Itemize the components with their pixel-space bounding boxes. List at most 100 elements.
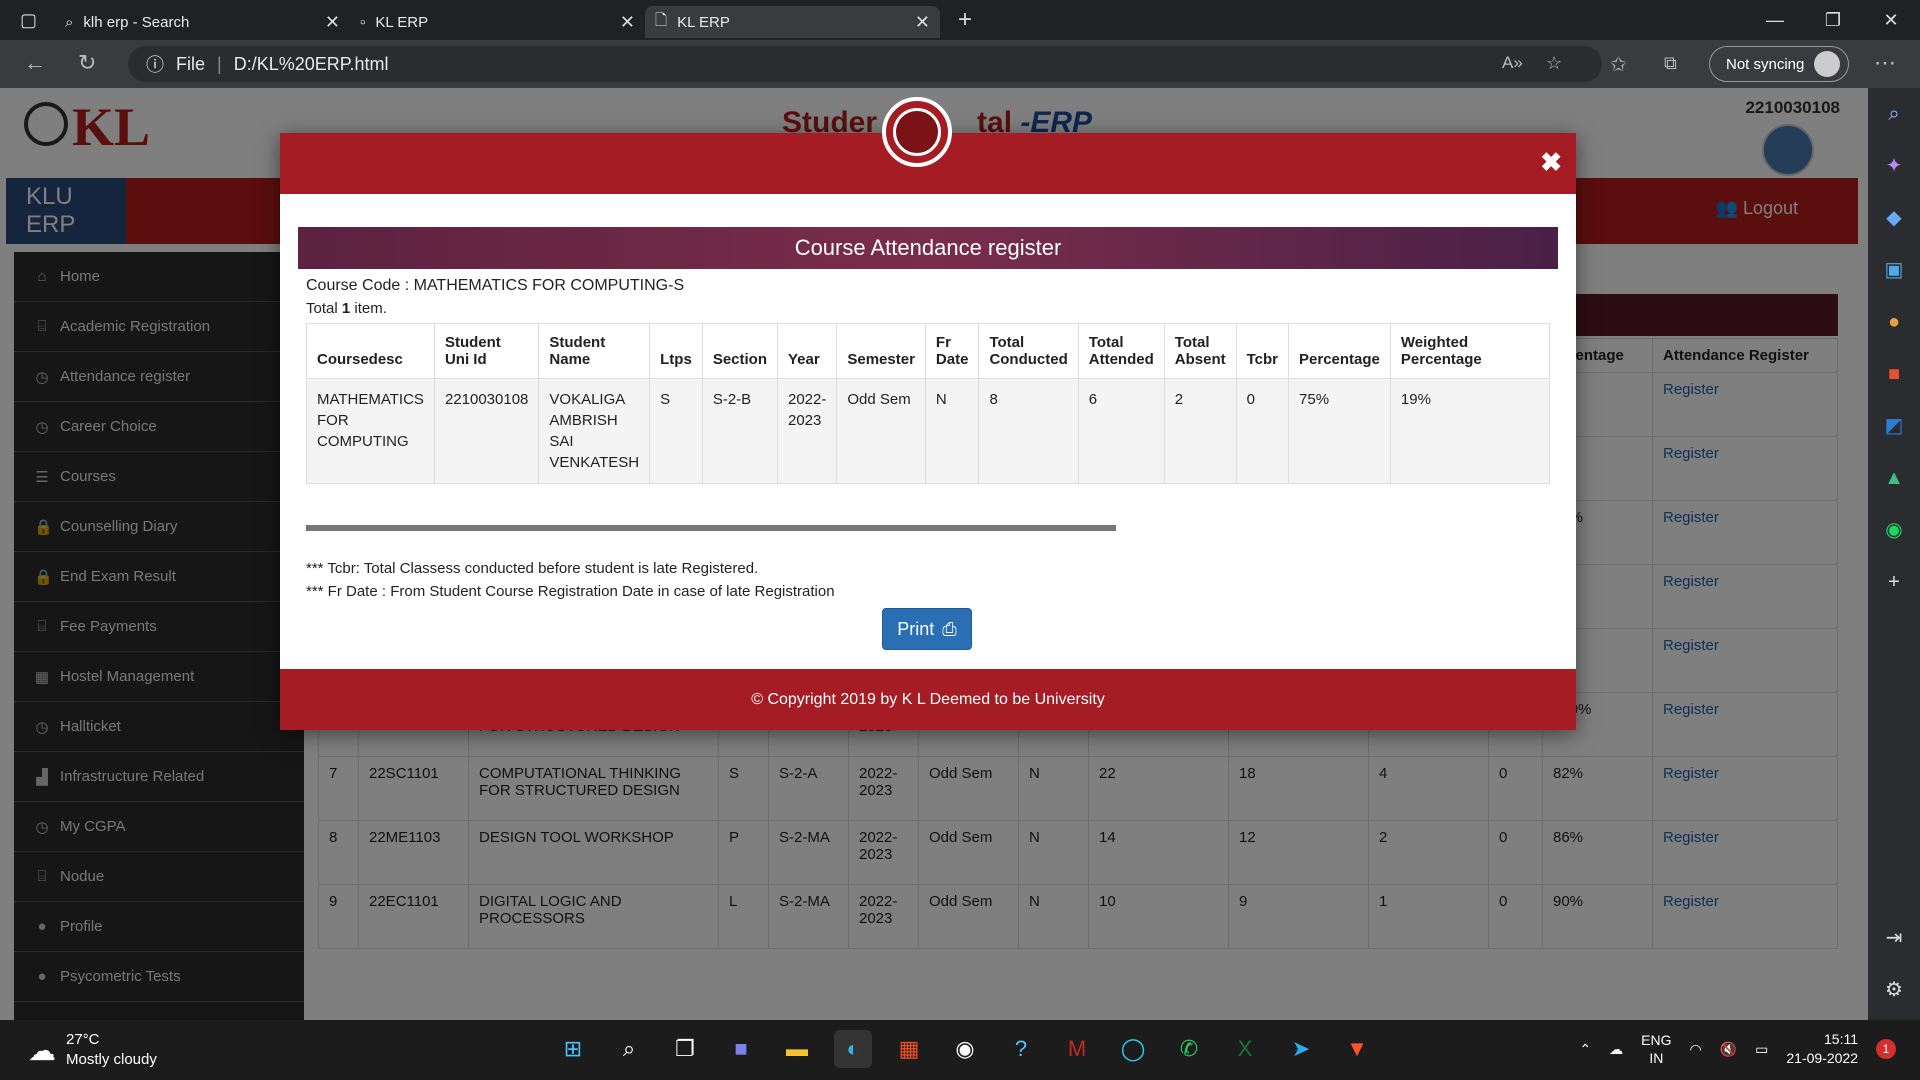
- column-header: Coursedesc: [306, 323, 435, 379]
- tab-kl-erp-2[interactable]: 🗋 KL ERP ✕: [645, 6, 941, 38]
- battery-icon[interactable]: ▭: [1755, 1041, 1768, 1058]
- seal-inner: [893, 108, 941, 156]
- new-tab-icon[interactable]: +: [958, 6, 972, 34]
- table-cell: 8: [978, 378, 1079, 484]
- column-header: Semester: [836, 323, 926, 379]
- close-icon[interactable]: ✖: [1540, 147, 1562, 178]
- language-indicator[interactable]: ENG IN: [1641, 1031, 1671, 1067]
- table-cell: Odd Sem: [836, 378, 926, 484]
- start-icon[interactable]: ⊞: [554, 1030, 592, 1068]
- whatsapp-icon[interactable]: ✆: [1170, 1030, 1208, 1068]
- github-icon[interactable]: ◉: [946, 1030, 984, 1068]
- discover-icon[interactable]: ✦: [1868, 140, 1920, 192]
- settings-icon[interactable]: ⚙: [1868, 964, 1920, 1016]
- column-header: Percentage: [1288, 323, 1391, 379]
- tab-label: KL ERP: [677, 13, 730, 31]
- tab-search[interactable]: ⌕ klh erp - Search ✕: [55, 6, 350, 38]
- file-explorer-icon[interactable]: ▬: [778, 1030, 816, 1068]
- table-cell: S-2-B: [701, 378, 779, 484]
- store-icon[interactable]: ▦: [890, 1030, 928, 1068]
- tree-icon[interactable]: ▲: [1868, 452, 1920, 504]
- tab-actions-icon[interactable]: ▢: [20, 10, 37, 31]
- table-cell: 2210030108: [433, 378, 540, 484]
- attendance-modal: ✖ Course Attendance register Course Code…: [280, 97, 1576, 730]
- address-bar-row: ← ↻ ⓘ File | D:/KL%20ERP.html A» ☆ ✩ ⧉ N…: [0, 40, 1920, 88]
- note-tcbr: *** Tcbr: Total Classess conducted befor…: [306, 560, 759, 577]
- column-header: Section: [701, 323, 779, 379]
- close-tab-icon[interactable]: ✕: [620, 12, 635, 33]
- search-icon[interactable]: ⌕: [1868, 88, 1920, 140]
- task-view-icon[interactable]: ❐: [666, 1030, 704, 1068]
- help-icon[interactable]: ?: [1002, 1030, 1040, 1068]
- back-icon[interactable]: ←: [24, 50, 46, 76]
- volume-muted-icon[interactable]: 🔇: [1720, 1041, 1737, 1058]
- onedrive-icon[interactable]: ☁: [1609, 1041, 1623, 1058]
- total-suffix: item.: [350, 300, 387, 317]
- column-header: Ltps: [649, 323, 703, 379]
- notification-badge[interactable]: 1: [1876, 1039, 1896, 1059]
- close-tab-icon[interactable]: ✕: [325, 12, 340, 33]
- weather-widget[interactable]: ☁ 27°C Mostly cloudy: [28, 1030, 157, 1070]
- table-cell: VOKALIGA AMBRISH SAI VENKATESH: [538, 378, 651, 484]
- table-notes: *** Tcbr: Total Classess conducted befor…: [306, 557, 835, 603]
- chevron-up-icon[interactable]: ⌃: [1579, 1041, 1591, 1058]
- close-tab-icon[interactable]: ✕: [915, 12, 930, 33]
- total-count: 1: [341, 300, 351, 317]
- shopping-icon[interactable]: ◆: [1868, 192, 1920, 244]
- edge-sidebar: ⌕ ✦ ◆ ▣ ● ■ ◩ ▲ ◉ + ⇥ ⚙: [1868, 88, 1920, 1020]
- column-header: Tcbr: [1235, 323, 1290, 379]
- close-window-icon[interactable]: ✕: [1862, 0, 1920, 40]
- sidebar-toggle-icon[interactable]: ⇥: [1868, 912, 1920, 964]
- column-header: Student Name: [538, 323, 651, 379]
- table-cell: S: [649, 378, 703, 484]
- add-favorite-icon[interactable]: ☆: [1546, 53, 1562, 74]
- minimize-icon[interactable]: —: [1746, 0, 1804, 40]
- system-tray: ⌃ ☁ ENG IN ◠ 🔇 ▭ 15:11 21-09-2022 1: [1579, 1030, 1896, 1068]
- telegram-icon[interactable]: ➤: [1282, 1030, 1320, 1068]
- add-icon[interactable]: +: [1868, 556, 1920, 608]
- date: 21-09-2022: [1786, 1050, 1858, 1066]
- clock[interactable]: 15:11 21-09-2022: [1786, 1030, 1858, 1068]
- table-cell: 2022-2023: [776, 378, 838, 484]
- column-header: Total Attended: [1077, 323, 1165, 379]
- games-icon[interactable]: ●: [1868, 296, 1920, 348]
- column-header: Fr Date: [924, 323, 980, 379]
- time: 15:11: [1824, 1031, 1858, 1047]
- sync-button[interactable]: Not syncing: [1709, 46, 1850, 82]
- collections-icon[interactable]: ⧉: [1664, 53, 1677, 74]
- column-header: Weighted Percentage: [1389, 323, 1551, 379]
- wifi-icon[interactable]: ◠: [1689, 1041, 1701, 1058]
- office-icon[interactable]: ■: [1868, 348, 1920, 400]
- mcafee-icon[interactable]: M: [1058, 1030, 1096, 1068]
- table-cell: N: [924, 378, 980, 484]
- lang-region: IN: [1649, 1050, 1664, 1066]
- horizontal-scrollbar[interactable]: [306, 525, 1116, 531]
- print-button[interactable]: Print ⎙: [882, 608, 972, 650]
- modal-footer: © Copyright 2019 by K L Deemed to be Uni…: [280, 669, 1576, 730]
- maximize-icon[interactable]: ❐: [1804, 0, 1862, 40]
- weather-text: Mostly cloudy: [66, 1051, 157, 1068]
- alexa-icon[interactable]: ◯: [1114, 1030, 1152, 1068]
- page-icon: ▫: [360, 13, 366, 31]
- search-icon[interactable]: ⌕: [610, 1030, 648, 1068]
- read-aloud-icon[interactable]: A»: [1502, 53, 1523, 73]
- tab-kl-erp-1[interactable]: ▫ KL ERP ✕: [350, 6, 645, 38]
- tools-icon[interactable]: ▣: [1868, 244, 1920, 296]
- teams-icon[interactable]: ■: [722, 1030, 760, 1068]
- print-label: Print: [897, 618, 935, 639]
- favorites-icon[interactable]: ✩: [1610, 52, 1627, 77]
- total-prefix: Total: [306, 300, 342, 317]
- column-header: Student Uni Id: [433, 323, 540, 379]
- refresh-icon[interactable]: ↻: [78, 50, 96, 76]
- address-bar[interactable]: ⓘ File | D:/KL%20ERP.html: [128, 46, 1602, 82]
- column-header: Year: [776, 323, 838, 379]
- excel-icon[interactable]: X: [1226, 1030, 1264, 1068]
- brave-icon[interactable]: ▼: [1338, 1030, 1376, 1068]
- edge-icon[interactable]: ◐: [834, 1030, 872, 1068]
- spotify-icon[interactable]: ◉: [1868, 504, 1920, 556]
- browser-tab-bar: ▢ ⌕ klh erp - Search ✕ ▫ KL ERP ✕ 🗋 KL ERP …: [0, 0, 1920, 40]
- outlook-icon[interactable]: ◩: [1868, 400, 1920, 452]
- course-code: Course Code : MATHEMATICS FOR COMPUTING-…: [306, 277, 685, 294]
- more-menu-icon[interactable]: ⋯: [1874, 50, 1896, 76]
- temperature: 27°C: [66, 1031, 100, 1048]
